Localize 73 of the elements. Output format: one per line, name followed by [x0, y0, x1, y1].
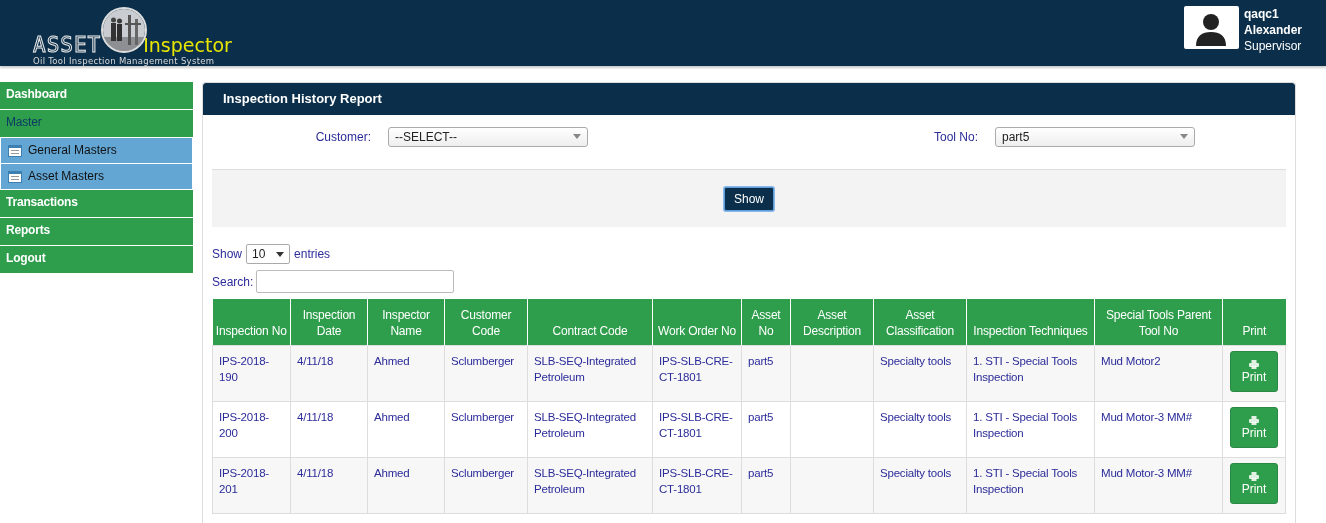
table-cell: IPS-SLB-CRE-CT-1801 — [652, 401, 742, 458]
table-cell: Sclumberger — [444, 457, 528, 514]
select-field[interactable]: part5 — [995, 126, 1195, 147]
table-cell: IPS-SLB-CRE-CT-1801 — [652, 345, 742, 402]
filter-label: Customer: — [314, 129, 372, 144]
table-cell: SLB-SEQ-Integrated Petroleum — [527, 401, 653, 458]
table-cell: IPS-2018-190 — [212, 345, 291, 402]
column-header[interactable]: Asset No — [741, 299, 791, 346]
show-button[interactable]: Show — [724, 186, 774, 211]
print-button[interactable]: Print — [1230, 351, 1278, 392]
print-button[interactable]: Print — [1230, 407, 1278, 448]
sidebar-item[interactable]: Logout — [0, 246, 193, 273]
logo-tagline: Oil Tool Inspection Management System — [33, 56, 215, 66]
select-field[interactable]: --SELECT-- — [388, 126, 588, 147]
sidebar-item[interactable]: Dashboard — [0, 82, 193, 109]
table-cell: part5 — [741, 457, 791, 514]
table-cell: Specialty tools — [873, 457, 967, 514]
column-header[interactable]: Customer Code — [444, 299, 528, 346]
search-field[interactable] — [256, 270, 455, 293]
column-header[interactable]: Work Order No — [652, 299, 742, 346]
sidebar-item[interactable]: Reports — [0, 218, 193, 245]
table-cell: 1. STI - Special Tools Inspection — [966, 401, 1095, 458]
column-header[interactable]: Print — [1222, 299, 1286, 346]
column-header[interactable]: Inspection No — [212, 299, 291, 346]
user-role: Supervisor — [1243, 38, 1302, 54]
column-header[interactable]: Inspection Techniques — [966, 299, 1095, 346]
list-icon — [8, 144, 22, 157]
sidebar-subitem[interactable]: General Masters — [1, 138, 192, 163]
column-header[interactable]: Inspection Date — [290, 299, 368, 346]
column-header[interactable]: Asset Classification — [873, 299, 967, 346]
column-header[interactable]: Inspector Name — [367, 299, 445, 346]
printer-icon — [1249, 359, 1259, 369]
table-cell: Sclumberger — [444, 345, 528, 402]
table-cell: part5 — [741, 345, 791, 402]
column-header[interactable]: Contract Code — [527, 299, 653, 346]
filter-label: Tool No: — [932, 129, 979, 144]
table-cell: 4/11/18 — [290, 401, 368, 458]
table-cell: 1. STI - Special Tools Inspection — [966, 457, 1095, 514]
print-button[interactable]: Print — [1230, 463, 1278, 504]
column-header[interactable]: Special Tools Parent Tool No — [1094, 299, 1223, 346]
table-cell: Specialty tools — [873, 345, 967, 402]
list-icon — [8, 170, 22, 183]
table-cell: IPS-SLB-CRE-CT-1801 — [652, 457, 742, 514]
printer-icon — [1249, 415, 1259, 425]
sidebar-item[interactable]: Master — [0, 110, 193, 137]
table-cell: part5 — [741, 401, 791, 458]
sidebar-subitem[interactable]: Asset Masters — [1, 164, 192, 189]
column-header[interactable]: Asset Description — [790, 299, 874, 346]
logo-text: ASSET — [33, 35, 102, 55]
table-cell: IPS-2018-200 — [212, 401, 291, 458]
table-cell: Specialty tools — [873, 401, 967, 458]
table-cell: IPS-2018-201 — [212, 457, 291, 514]
table-cell: Mud Motor-3 MM# — [1094, 457, 1223, 514]
length-label: Show — [212, 247, 243, 261]
table-cell: Ahmed — [367, 457, 445, 514]
table-cell: SLB-SEQ-Integrated Petroleum — [527, 457, 653, 514]
username: qaqc1 — [1243, 6, 1280, 22]
table-cell: Sclumberger — [444, 401, 528, 458]
length-label: entries — [294, 247, 331, 261]
search-label: Search: — [212, 274, 254, 289]
table-cell: Mud Motor2 — [1094, 345, 1223, 402]
table-cell: Ahmed — [367, 401, 445, 458]
table-cell: SLB-SEQ-Integrated Petroleum — [527, 345, 653, 402]
table-cell: 4/11/18 — [290, 345, 368, 402]
sidebar-item[interactable]: Transactions — [0, 190, 193, 217]
printer-icon — [1249, 471, 1259, 481]
panel-title: Inspection History Report — [203, 83, 1295, 115]
entries-select[interactable]: 10 — [246, 244, 291, 264]
table-cell: 1. STI - Special Tools Inspection — [966, 345, 1095, 402]
table-cell: Mud Motor-3 MM# — [1094, 401, 1223, 458]
table-cell: Ahmed — [367, 345, 445, 402]
table-cell: 4/11/18 — [290, 457, 368, 514]
user-name: Alexander — [1243, 22, 1302, 38]
